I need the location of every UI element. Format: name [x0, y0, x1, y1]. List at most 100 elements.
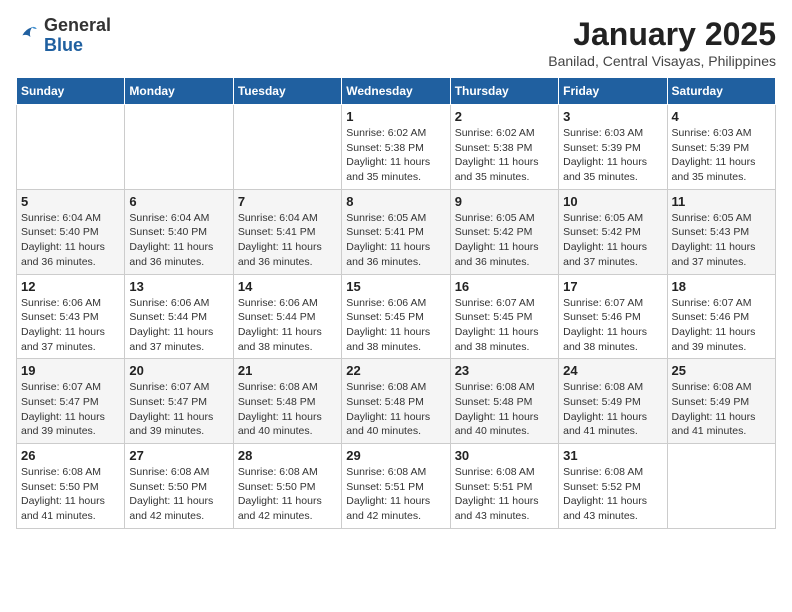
weekday-header-row: SundayMondayTuesdayWednesdayThursdayFrid…: [17, 78, 776, 105]
calendar-week-row: 26 Sunrise: 6:08 AM Sunset: 5:50 PM Dayli…: [17, 444, 776, 529]
calendar-cell: 1 Sunrise: 6:02 AM Sunset: 5:38 PM Daylig…: [342, 105, 450, 190]
calendar-cell: 16Sunrise: 6:07 AM Sunset: 5:45 PM Dayli…: [450, 274, 558, 359]
day-info: Sunrise: 6:05 AM Sunset: 5:41 PM Dayligh…: [346, 211, 445, 270]
day-info: Sunrise: 6:08 AM Sunset: 5:49 PM Dayligh…: [672, 380, 771, 439]
day-number: 29: [346, 448, 445, 463]
day-info: Sunrise: 6:08 AM Sunset: 5:50 PM Dayligh…: [129, 465, 228, 524]
logo: General Blue: [16, 16, 111, 56]
day-info: Sunrise: 6:05 AM Sunset: 5:42 PM Dayligh…: [455, 211, 554, 270]
calendar-cell: 15 Sunrise: 6:06 AM Sunset: 5:45 PM Dayli…: [342, 274, 450, 359]
day-number: 22: [346, 363, 445, 378]
calendar-cell: 6Sunrise: 6:04 AM Sunset: 5:40 PM Daylig…: [125, 189, 233, 274]
day-number: 1: [346, 109, 445, 124]
day-info: Sunrise: 6:03 AM Sunset: 5:39 PM Dayligh…: [672, 126, 771, 185]
calendar-cell: 31 Sunrise: 6:08 AM Sunset: 5:52 PM Dayli…: [559, 444, 667, 529]
day-info: Sunrise: 6:02 AM Sunset: 5:38 PM Dayligh…: [455, 126, 554, 185]
day-number: 14: [238, 279, 337, 294]
day-number: 3: [563, 109, 662, 124]
day-number: 5: [21, 194, 120, 209]
calendar-cell: 5Sunrise: 6:04 AM Sunset: 5:40 PM Daylig…: [17, 189, 125, 274]
day-info: Sunrise: 6:04 AM Sunset: 5:41 PM Dayligh…: [238, 211, 337, 270]
calendar-cell: 26Sunrise: 6:08 AM Sunset: 5:50 PM Dayli…: [17, 444, 125, 529]
day-number: 10: [563, 194, 662, 209]
day-info: Sunrise: 6:06 AM Sunset: 5:44 PM Dayligh…: [129, 296, 228, 355]
calendar-cell: 28 Sunrise: 6:08 AM Sunset: 5:50 PM Dayli…: [233, 444, 341, 529]
day-number: 25: [672, 363, 771, 378]
calendar-cell: 27 Sunrise: 6:08 AM Sunset: 5:50 PM Dayli…: [125, 444, 233, 529]
calendar-body: 1 Sunrise: 6:02 AM Sunset: 5:38 PM Daylig…: [17, 105, 776, 529]
day-number: 18: [672, 279, 771, 294]
day-info: Sunrise: 6:06 AM Sunset: 5:44 PM Dayligh…: [238, 296, 337, 355]
day-info: Sunrise: 6:08 AM Sunset: 5:48 PM Dayligh…: [346, 380, 445, 439]
day-number: 24: [563, 363, 662, 378]
day-number: 27: [129, 448, 228, 463]
calendar-week-row: 19 Sunrise: 6:07 AM Sunset: 5:47 PM Dayli…: [17, 359, 776, 444]
day-number: 26: [21, 448, 120, 463]
day-info: Sunrise: 6:06 AM Sunset: 5:45 PM Dayligh…: [346, 296, 445, 355]
day-number: 21: [238, 363, 337, 378]
weekday-header: Sunday: [17, 78, 125, 105]
day-number: 6: [129, 194, 228, 209]
calendar-cell: 8 Sunrise: 6:05 AM Sunset: 5:41 PM Daylig…: [342, 189, 450, 274]
calendar-cell: 14 Sunrise: 6:06 AM Sunset: 5:44 PM Dayli…: [233, 274, 341, 359]
calendar-cell: 18 Sunrise: 6:07 AM Sunset: 5:46 PM Dayli…: [667, 274, 775, 359]
day-info: Sunrise: 6:02 AM Sunset: 5:38 PM Dayligh…: [346, 126, 445, 185]
weekday-header: Tuesday: [233, 78, 341, 105]
weekday-header: Monday: [125, 78, 233, 105]
day-number: 28: [238, 448, 337, 463]
day-number: 12: [21, 279, 120, 294]
logo-blue-text: Blue: [44, 35, 83, 55]
day-info: Sunrise: 6:07 AM Sunset: 5:46 PM Dayligh…: [672, 296, 771, 355]
day-number: 8: [346, 194, 445, 209]
calendar-cell: 4Sunrise: 6:03 AM Sunset: 5:39 PM Daylig…: [667, 105, 775, 190]
day-number: 31: [563, 448, 662, 463]
calendar-cell: [17, 105, 125, 190]
day-info: Sunrise: 6:05 AM Sunset: 5:43 PM Dayligh…: [672, 211, 771, 270]
day-info: Sunrise: 6:08 AM Sunset: 5:48 PM Dayligh…: [238, 380, 337, 439]
weekday-header: Saturday: [667, 78, 775, 105]
logo-bird-icon: [16, 21, 40, 45]
calendar-cell: 2Sunrise: 6:02 AM Sunset: 5:38 PM Daylig…: [450, 105, 558, 190]
calendar-cell: 23Sunrise: 6:08 AM Sunset: 5:48 PM Dayli…: [450, 359, 558, 444]
calendar-cell: [233, 105, 341, 190]
day-info: Sunrise: 6:07 AM Sunset: 5:45 PM Dayligh…: [455, 296, 554, 355]
day-info: Sunrise: 6:08 AM Sunset: 5:50 PM Dayligh…: [238, 465, 337, 524]
page-header: General Blue January 2025 Banilad, Centr…: [16, 16, 776, 69]
calendar-cell: 7 Sunrise: 6:04 AM Sunset: 5:41 PM Daylig…: [233, 189, 341, 274]
calendar-cell: 30Sunrise: 6:08 AM Sunset: 5:51 PM Dayli…: [450, 444, 558, 529]
calendar-week-row: 5Sunrise: 6:04 AM Sunset: 5:40 PM Daylig…: [17, 189, 776, 274]
day-number: 7: [238, 194, 337, 209]
day-number: 9: [455, 194, 554, 209]
calendar-week-row: 1 Sunrise: 6:02 AM Sunset: 5:38 PM Daylig…: [17, 105, 776, 190]
day-info: Sunrise: 6:03 AM Sunset: 5:39 PM Dayligh…: [563, 126, 662, 185]
calendar-cell: 24Sunrise: 6:08 AM Sunset: 5:49 PM Dayli…: [559, 359, 667, 444]
calendar-cell: 19Sunrise: 6:07 AM Sunset: 5:47 PM Dayli…: [17, 359, 125, 444]
calendar-cell: 29Sunrise: 6:08 AM Sunset: 5:51 PM Dayli…: [342, 444, 450, 529]
day-info: Sunrise: 6:07 AM Sunset: 5:47 PM Dayligh…: [129, 380, 228, 439]
calendar-table: SundayMondayTuesdayWednesdayThursdayFrid…: [16, 77, 776, 529]
calendar-subtitle: Banilad, Central Visayas, Philippines: [548, 53, 776, 69]
day-info: Sunrise: 6:08 AM Sunset: 5:48 PM Dayligh…: [455, 380, 554, 439]
calendar-cell: [125, 105, 233, 190]
weekday-header: Friday: [559, 78, 667, 105]
day-number: 17: [563, 279, 662, 294]
calendar-cell: [667, 444, 775, 529]
calendar-cell: 25 Sunrise: 6:08 AM Sunset: 5:49 PM Dayli…: [667, 359, 775, 444]
logo-general-text: General: [44, 15, 111, 35]
day-info: Sunrise: 6:06 AM Sunset: 5:43 PM Dayligh…: [21, 296, 120, 355]
calendar-cell: 21 Sunrise: 6:08 AM Sunset: 5:48 PM Dayli…: [233, 359, 341, 444]
calendar-cell: 11Sunrise: 6:05 AM Sunset: 5:43 PM Dayli…: [667, 189, 775, 274]
day-number: 15: [346, 279, 445, 294]
day-number: 20: [129, 363, 228, 378]
day-info: Sunrise: 6:08 AM Sunset: 5:51 PM Dayligh…: [455, 465, 554, 524]
day-number: 19: [21, 363, 120, 378]
day-info: Sunrise: 6:08 AM Sunset: 5:52 PM Dayligh…: [563, 465, 662, 524]
weekday-header: Thursday: [450, 78, 558, 105]
calendar-week-row: 12 Sunrise: 6:06 AM Sunset: 5:43 PM Dayli…: [17, 274, 776, 359]
day-number: 13: [129, 279, 228, 294]
calendar-cell: 13 Sunrise: 6:06 AM Sunset: 5:44 PM Dayli…: [125, 274, 233, 359]
calendar-cell: 10Sunrise: 6:05 AM Sunset: 5:42 PM Dayli…: [559, 189, 667, 274]
calendar-cell: 20 Sunrise: 6:07 AM Sunset: 5:47 PM Dayli…: [125, 359, 233, 444]
calendar-cell: 17Sunrise: 6:07 AM Sunset: 5:46 PM Dayli…: [559, 274, 667, 359]
calendar-cell: 12 Sunrise: 6:06 AM Sunset: 5:43 PM Dayli…: [17, 274, 125, 359]
